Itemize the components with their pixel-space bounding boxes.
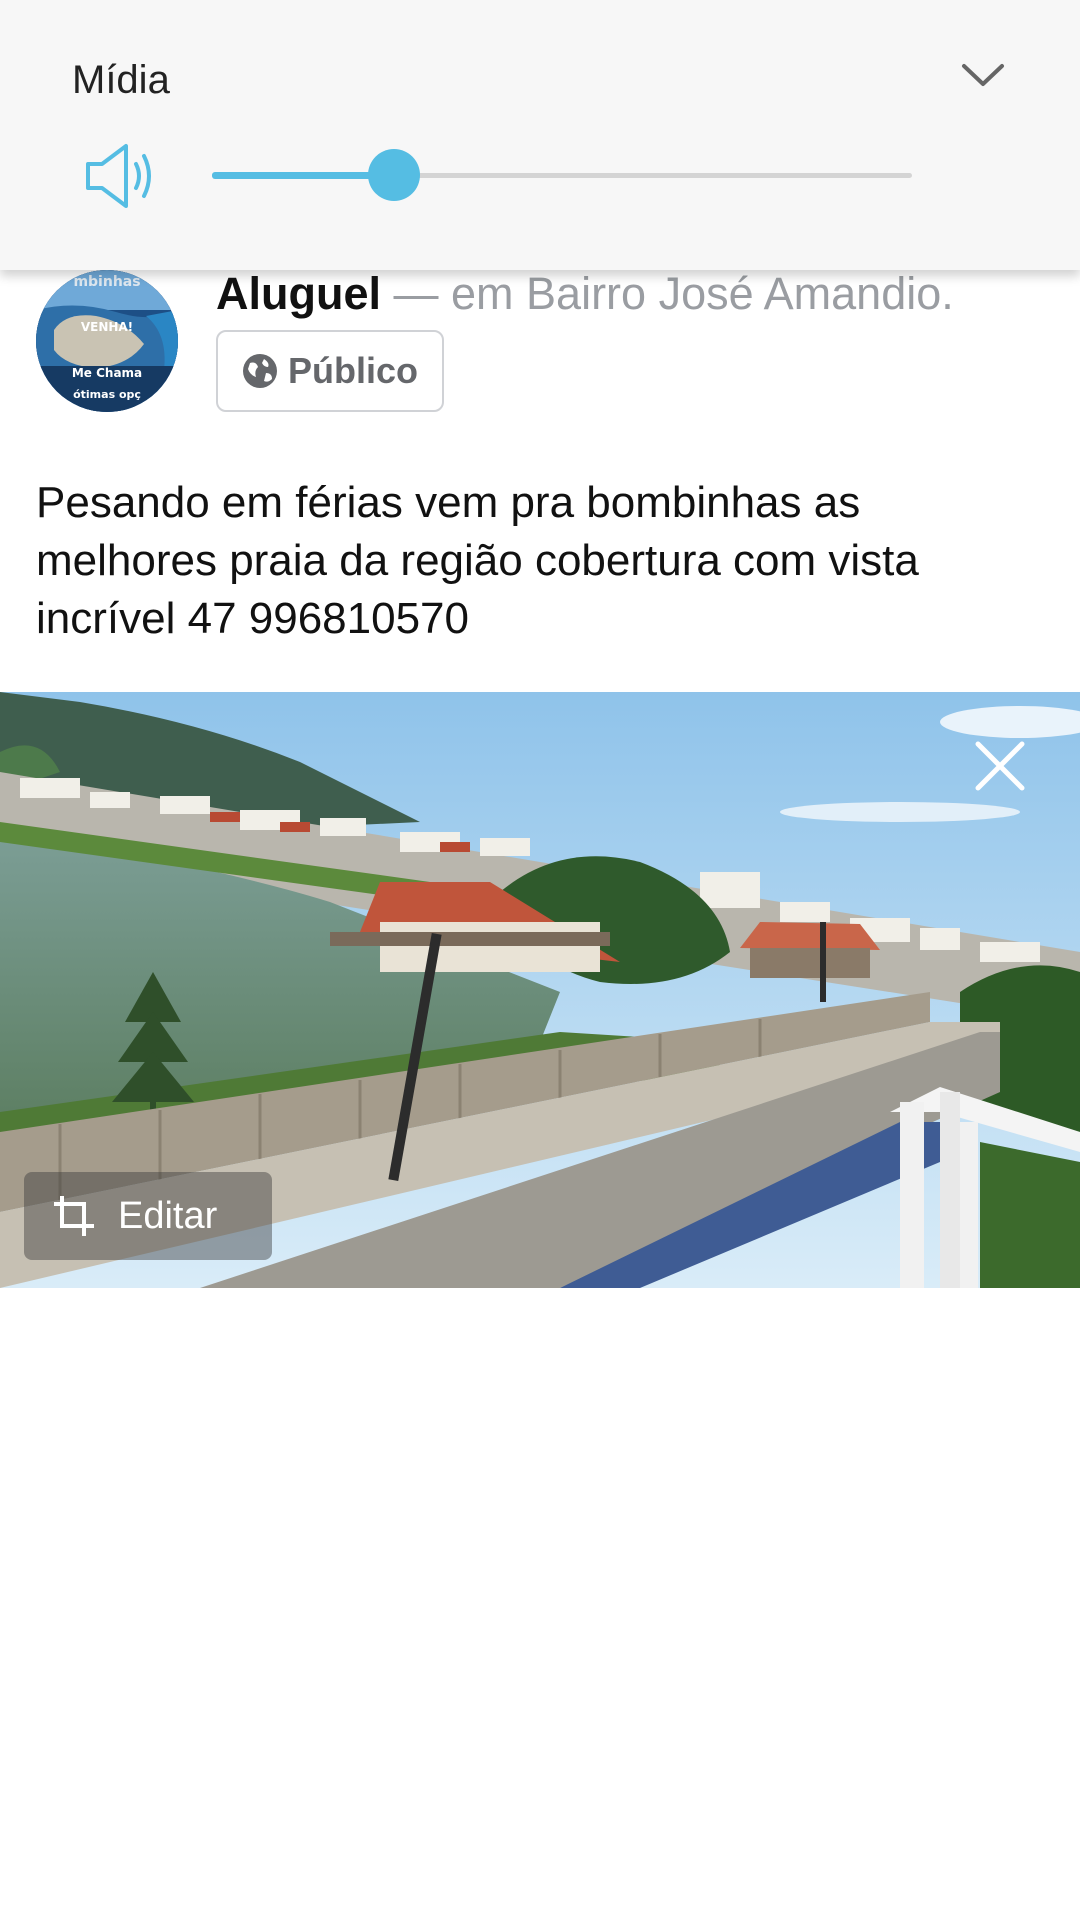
media-title: Mídia bbox=[72, 58, 170, 102]
avatar-text-1: mbinhas bbox=[73, 274, 141, 290]
media-volume-panel: Mídia bbox=[0, 0, 1080, 270]
post-author[interactable]: Aluguel bbox=[216, 268, 381, 319]
avatar-text-3: Me Chama bbox=[71, 366, 143, 380]
volume-slider[interactable] bbox=[212, 149, 912, 201]
post-text[interactable]: Pesando em férias vem pra bombinhas as m… bbox=[36, 474, 1046, 648]
speaker-icon[interactable] bbox=[82, 140, 158, 212]
volume-slider-thumb[interactable] bbox=[368, 149, 420, 201]
edit-photo-label: Editar bbox=[118, 1194, 218, 1237]
avatar-text-2: VENHA! bbox=[80, 320, 134, 334]
post-header-line: Aluguel — em Bairro José Amandio. bbox=[216, 268, 954, 320]
edit-photo-button[interactable]: Editar bbox=[24, 1172, 272, 1260]
audience-label: Público bbox=[287, 350, 418, 391]
post-location[interactable]: — em Bairro José Amandio. bbox=[394, 268, 954, 319]
volume-slider-fill bbox=[212, 172, 394, 179]
crop-icon bbox=[54, 1196, 94, 1236]
audience-selector-button[interactable]: Público bbox=[216, 330, 444, 412]
globe-icon bbox=[242, 354, 277, 388]
chevron-down-icon[interactable] bbox=[960, 60, 1006, 90]
avatar[interactable]: mbinhas VENHA! Me Chama ótimas opç bbox=[36, 270, 178, 412]
avatar-text-4: ótimas opç bbox=[73, 388, 141, 401]
close-icon[interactable] bbox=[972, 738, 1028, 794]
